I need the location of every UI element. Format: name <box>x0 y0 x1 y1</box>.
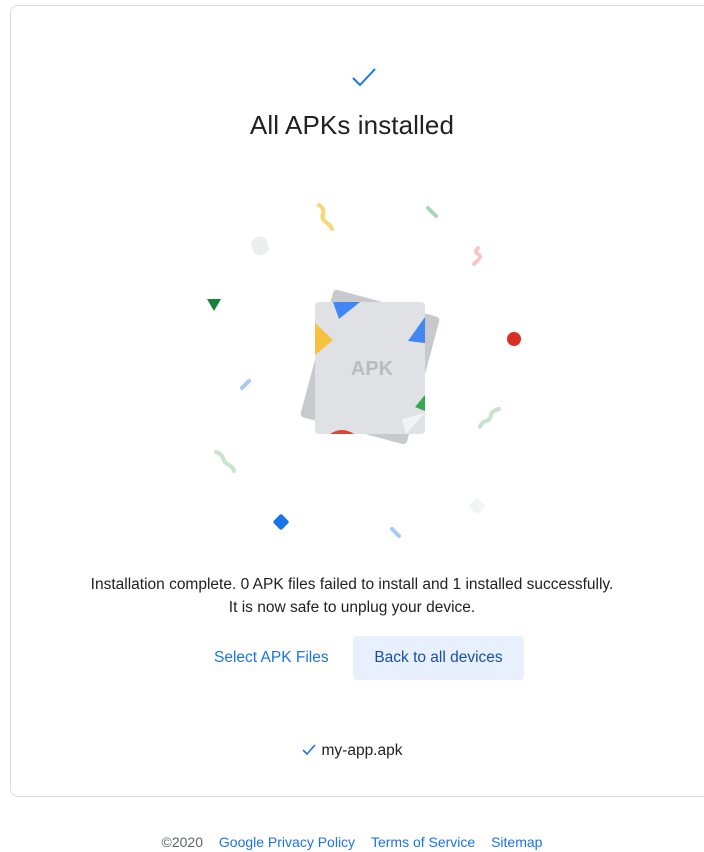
confetti-green-squiggle-right <box>478 407 501 429</box>
installed-file-name: my-app.apk <box>321 742 403 759</box>
confetti-gray-rect <box>251 236 269 256</box>
check-icon <box>301 744 316 756</box>
back-to-all-devices-button[interactable]: Back to all devices <box>353 636 524 680</box>
confetti-lightblue-dash <box>240 379 251 390</box>
footer: ©2020 Google Privacy Policy Terms of Ser… <box>0 834 704 850</box>
select-apk-files-button[interactable]: Select APK Files <box>204 636 339 680</box>
confetti-green-squiggle-left <box>214 450 236 473</box>
installed-file-item: my-app.apk <box>0 739 704 763</box>
install-message-line-1: Installation complete. 0 APK files faile… <box>90 576 614 593</box>
check-icon <box>352 68 376 87</box>
apk-file-label: APK <box>351 358 394 380</box>
page-title: All APKs installed <box>249 110 455 140</box>
confetti-yellow-squiggle <box>317 203 334 231</box>
footer-link-terms[interactable]: Terms of Service <box>371 834 475 850</box>
footer-link-privacy[interactable]: Google Privacy Policy <box>219 834 355 850</box>
confetti-pink-squiggle <box>472 246 482 266</box>
install-message: Installation complete. 0 APK files faile… <box>0 573 704 619</box>
action-buttons: Select APK Files Back to all devices <box>0 636 704 680</box>
install-message-line-2: It is now safe to unplug your device. <box>228 599 476 616</box>
apk-file-front: APK <box>315 302 425 434</box>
apk-illustration: APK <box>207 203 521 538</box>
confetti-lightblue-dash-bottom <box>390 527 401 538</box>
footer-copyright: ©2020 <box>161 834 203 850</box>
confetti-blue-diamond <box>273 514 289 530</box>
confetti-green-dash <box>426 206 438 218</box>
footer-link-sitemap[interactable]: Sitemap <box>491 834 542 850</box>
confetti-white-diamond <box>469 498 485 514</box>
confetti-red-dot <box>507 332 521 346</box>
confetti-green-triangle <box>207 299 221 311</box>
